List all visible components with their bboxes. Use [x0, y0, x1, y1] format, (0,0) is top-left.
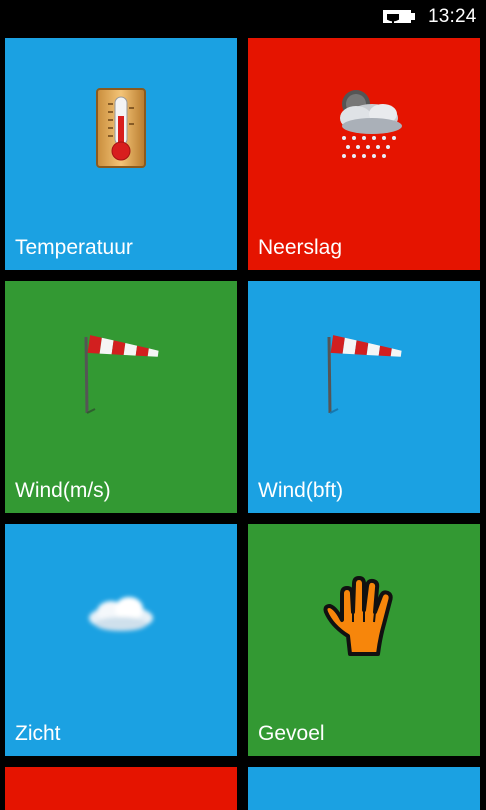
- tile-partial-red[interactable]: [5, 767, 237, 810]
- tile-zicht[interactable]: Zicht: [5, 524, 237, 756]
- tile-label: Temperatuur: [15, 236, 133, 259]
- tile-neerslag[interactable]: Neerslag: [248, 38, 480, 270]
- tile-partial-blue[interactable]: [248, 767, 480, 810]
- tile-temperatuur[interactable]: Temperatuur: [5, 38, 237, 270]
- status-time: 13:24: [428, 6, 477, 27]
- rain-cloud-icon: [340, 90, 402, 158]
- tile-label: Wind(bft): [258, 479, 344, 502]
- tile-label: Zicht: [15, 722, 61, 745]
- tile-gevoel[interactable]: Gevoel: [248, 524, 480, 756]
- status-bar: 13:24: [0, 0, 486, 32]
- hand-icon: [323, 576, 393, 656]
- tile-wind-bft[interactable]: Wind(bft): [248, 281, 480, 513]
- thermometer-icon: [96, 88, 146, 168]
- tile-label: Wind(m/s): [15, 479, 111, 502]
- cloud-icon: [89, 597, 153, 631]
- windsock-icon: [84, 335, 159, 414]
- battery-charging-icon: [383, 7, 415, 23]
- tile-wind-ms[interactable]: Wind(m/s): [5, 281, 237, 513]
- windsock-icon: [327, 335, 402, 414]
- tile-label: Gevoel: [258, 722, 325, 745]
- tile-label: Neerslag: [258, 236, 343, 259]
